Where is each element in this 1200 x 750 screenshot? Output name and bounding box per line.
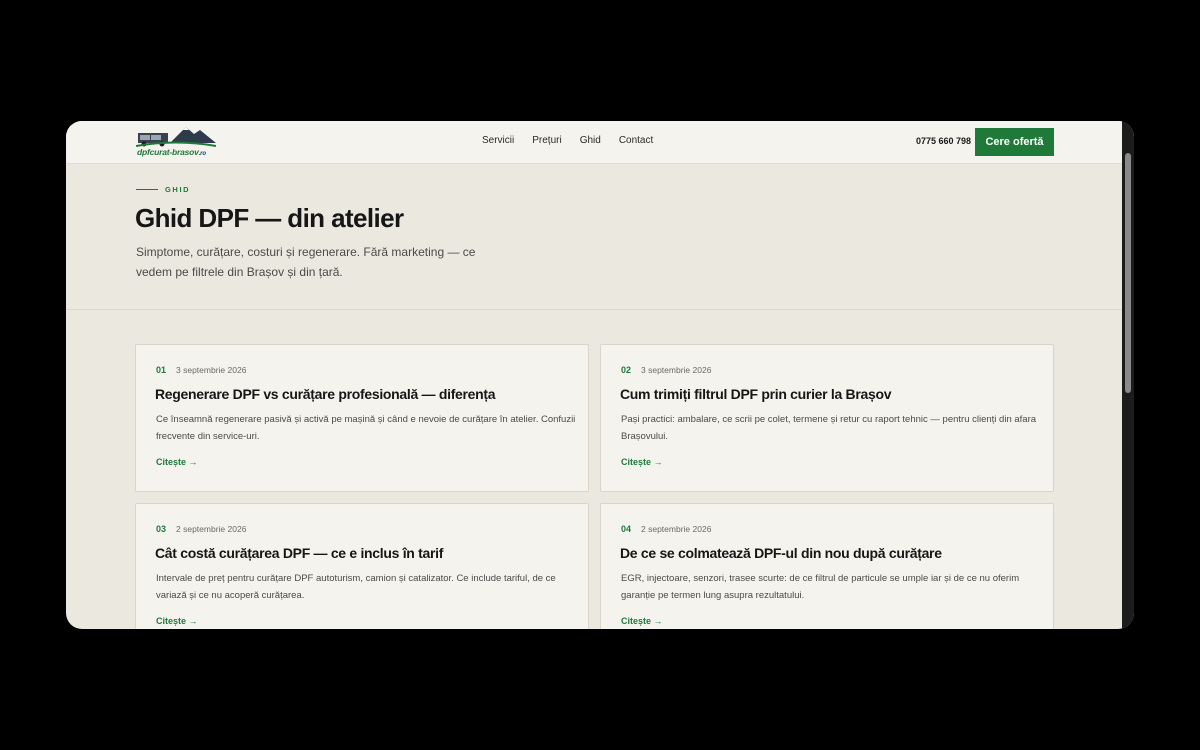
site-header: dpfcurat-brasov.ro Servicii Prețuri Ghid… (66, 121, 1122, 164)
read-more-link[interactable]: Citește → (621, 457, 663, 467)
read-more-link[interactable]: Citește → (156, 457, 198, 467)
card-date: 2 septembrie 2026 (641, 524, 712, 534)
phone-link[interactable]: 0775 660 798 (916, 136, 971, 146)
nav-servicii[interactable]: Servicii (482, 135, 514, 146)
card-description: EGR, injectoare, senzori, trasee scurte:… (621, 573, 1020, 601)
article-card-3[interactable]: 03 2 septembrie 2026 Cât costă curățarea… (135, 503, 589, 629)
page-intro: Simptome, curățare, costuri și regenerar… (136, 245, 476, 279)
card-number: 01 (156, 365, 167, 375)
card-meta: 03 2 septembrie 2026 (156, 524, 246, 534)
scrollbar-thumb[interactable] (1125, 153, 1131, 393)
eyebrow: GHID (136, 185, 190, 194)
card-number: 02 (621, 365, 632, 375)
card-title[interactable]: Cum trimiți filtrul DPF prin curier la B… (620, 386, 892, 402)
article-card-1[interactable]: 01 3 septembrie 2026 Regenerare DPF vs c… (135, 344, 589, 492)
browser-window: dpfcurat-brasov.ro Servicii Prețuri Ghid… (66, 121, 1134, 629)
article-card-4[interactable]: 04 2 septembrie 2026 De ce se colmatează… (600, 503, 1054, 629)
logo-wordmark: dpfcurat-brasov.ro (137, 147, 206, 157)
logo-truck-mountain-icon (135, 127, 217, 147)
nav-ghid[interactable]: Ghid (580, 135, 601, 146)
scrollbar[interactable] (1122, 121, 1134, 629)
read-more-link[interactable]: Citește → (156, 616, 198, 626)
card-description: Pași practici: ambalare, ce scrii pe col… (621, 414, 1037, 442)
card-title[interactable]: De ce se colmatează DPF-ul din nou după … (620, 545, 942, 561)
card-date: 2 septembrie 2026 (176, 524, 247, 534)
card-number: 03 (156, 524, 167, 534)
eyebrow-line (136, 189, 158, 190)
request-quote-button[interactable]: Cere ofertă (975, 128, 1054, 156)
card-description: Ce înseamnă regenerare pasivă și activă … (156, 414, 576, 442)
hero-section: GHID Ghid DPF — din atelier Simptome, cu… (66, 164, 1122, 310)
card-number: 04 (621, 524, 632, 534)
read-more-link[interactable]: Citește → (621, 616, 663, 626)
card-meta: 01 3 septembrie 2026 (156, 365, 246, 375)
card-meta: 04 2 septembrie 2026 (621, 524, 711, 534)
eyebrow-label: GHID (165, 185, 191, 194)
nav-preturi[interactable]: Prețuri (532, 135, 561, 146)
nav-contact[interactable]: Contact (619, 135, 653, 146)
card-description: Intervale de preț pentru curățare DPF au… (156, 573, 556, 601)
card-meta: 02 3 septembrie 2026 (621, 365, 711, 375)
card-date: 3 septembrie 2026 (641, 365, 712, 375)
card-title[interactable]: Cât costă curățarea DPF — ce e inclus în… (155, 545, 443, 561)
card-date: 3 septembrie 2026 (176, 365, 247, 375)
main-nav: Servicii Prețuri Ghid Contact (482, 135, 653, 146)
page-viewport: dpfcurat-brasov.ro Servicii Prețuri Ghid… (66, 121, 1122, 629)
card-title[interactable]: Regenerare DPF vs curățare profesională … (155, 386, 496, 402)
article-card-2[interactable]: 02 3 septembrie 2026 Cum trimiți filtrul… (600, 344, 1054, 492)
page-title: Ghid DPF — din atelier (135, 203, 404, 233)
